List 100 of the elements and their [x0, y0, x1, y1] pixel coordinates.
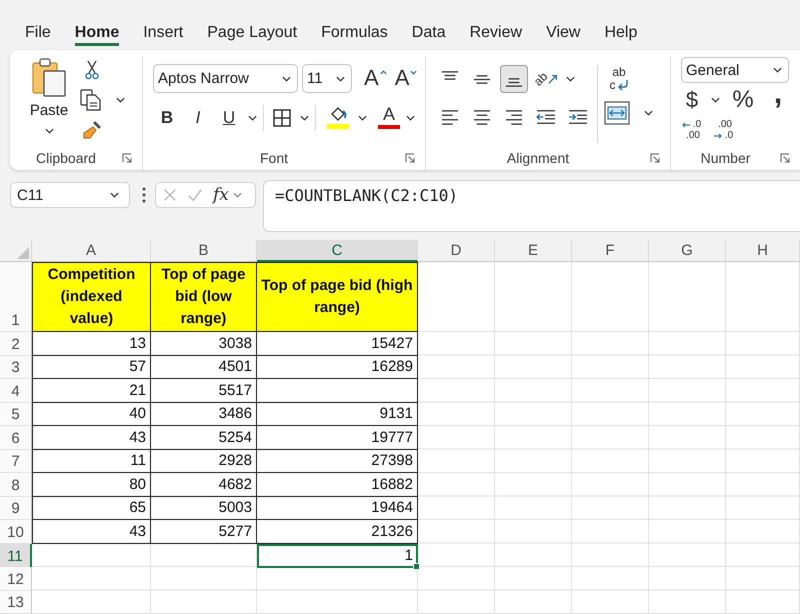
row-header[interactable]: 5: [0, 402, 32, 426]
table-cell: 5517: [151, 379, 257, 402]
row-header[interactable]: 6: [0, 426, 32, 450]
italic-button[interactable]: I: [185, 105, 211, 131]
align-left-icon: [441, 110, 459, 124]
caret-icon[interactable]: [116, 97, 125, 103]
formula-field[interactable]: =COUNTBLANK(C2:C10): [263, 180, 800, 232]
align-bottom-button[interactable]: [500, 65, 528, 93]
group-label: Number: [700, 150, 750, 166]
shrink-font-button[interactable]: A: [394, 64, 418, 92]
fill-handle-icon[interactable]: [413, 562, 420, 570]
check-icon[interactable]: [188, 188, 202, 202]
return-arrow-icon: [617, 79, 629, 91]
caret-icon[interactable]: [248, 115, 257, 121]
bold-button[interactable]: B: [154, 105, 180, 131]
active-cell[interactable]: 1: [257, 544, 418, 568]
wrap-text-button[interactable]: ab c: [606, 65, 632, 93]
launcher-icon[interactable]: [122, 153, 132, 163]
underline-button[interactable]: U: [216, 105, 242, 131]
group-label: Alignment: [506, 150, 570, 166]
paintbrush-icon[interactable]: [82, 120, 102, 140]
table-cell: 3486: [151, 402, 257, 426]
increase-decimal-button[interactable]: .0 .00: [681, 117, 705, 143]
table-cell: 57: [32, 356, 151, 379]
comma-style-button[interactable]: ,: [768, 87, 788, 113]
header-cell: Top of page bid (high range): [257, 262, 418, 332]
chevron-up-icon: [380, 70, 387, 74]
menu-tab[interactable]: Formulas: [321, 21, 388, 46]
row-header[interactable]: 9: [0, 496, 32, 520]
row-header[interactable]: 12: [0, 567, 32, 590]
menu-tab[interactable]: Data: [412, 21, 446, 46]
indent-decrease-icon[interactable]: [536, 109, 556, 125]
caret-icon: [282, 76, 291, 82]
menu-tab[interactable]: File: [25, 21, 51, 46]
more-icon[interactable]: [142, 187, 146, 203]
caret-icon[interactable]: [406, 115, 415, 121]
table-cell: 2928: [151, 450, 257, 473]
caret-icon[interactable]: [566, 76, 575, 82]
row-header[interactable]: 1: [0, 262, 32, 332]
arrow-icon: [548, 74, 558, 84]
caret-icon[interactable]: [300, 115, 309, 121]
menu-tab[interactable]: Page Layout: [207, 21, 298, 46]
name-box[interactable]: C11: [10, 182, 130, 208]
font-name-dropdown[interactable]: Aptos Narrow: [153, 64, 298, 93]
caret-icon[interactable]: [644, 110, 653, 116]
font-size-dropdown[interactable]: 11: [302, 64, 352, 93]
caret-icon[interactable]: [711, 97, 720, 103]
table-cell: 11: [32, 450, 151, 473]
group-label: Font: [260, 150, 288, 166]
table-cell: 15427: [257, 332, 418, 356]
table-cell: 80: [32, 473, 151, 496]
row-header[interactable]: 4: [0, 379, 32, 402]
row-header[interactable]: 10: [0, 520, 32, 544]
menu-tab[interactable]: Insert: [143, 21, 184, 46]
row-header[interactable]: 13: [0, 590, 32, 614]
table-cell: 5277: [151, 520, 257, 544]
table-cell: 9131: [257, 402, 418, 426]
font-color-button[interactable]: A: [377, 105, 401, 131]
row-header[interactable]: 8: [0, 473, 32, 496]
currency-button[interactable]: $: [681, 87, 703, 113]
scissors-icon[interactable]: [85, 60, 99, 80]
launcher-icon[interactable]: [780, 153, 790, 163]
percent-button[interactable]: %: [728, 87, 758, 113]
menu-tab[interactable]: Help: [604, 21, 638, 46]
menu-tab[interactable]: Review: [470, 21, 522, 46]
number-format-dropdown[interactable]: General: [681, 57, 789, 83]
orientation-button[interactable]: ab: [532, 65, 560, 93]
grow-font-button[interactable]: A: [364, 64, 387, 92]
caret-icon[interactable]: [358, 115, 367, 121]
row-header[interactable]: 3: [0, 356, 32, 379]
paste-button[interactable]: Paste: [24, 58, 74, 138]
row-header[interactable]: 11: [0, 544, 32, 568]
caret-icon: [336, 76, 345, 82]
align-right-icon: [505, 110, 523, 124]
launcher-icon[interactable]: [650, 153, 660, 163]
merge-cells-icon[interactable]: [604, 101, 630, 125]
insert-function-button[interactable]: fx: [213, 185, 229, 205]
table-cell: 43: [32, 426, 151, 450]
menu-tab[interactable]: Home: [74, 21, 120, 46]
launcher-icon[interactable]: [405, 153, 415, 163]
header-cell: Top of page bid (low range): [151, 262, 257, 332]
align-center-icon: [473, 110, 491, 124]
row-header[interactable]: 7: [0, 450, 32, 473]
table-cell: 21326: [257, 520, 418, 544]
fill-color-button[interactable]: [326, 105, 350, 131]
menu-tab[interactable]: View: [546, 21, 580, 46]
arrow-left-icon: [682, 122, 690, 128]
row-header[interactable]: 2: [0, 332, 32, 356]
chevron-down-icon: [410, 70, 418, 74]
table-cell: 16289: [257, 356, 418, 379]
caret-icon: [773, 67, 782, 73]
grid-icon[interactable]: [273, 109, 291, 127]
copy-icon[interactable]: [80, 89, 102, 111]
table-cell: 27398: [257, 450, 418, 473]
table-cell: 16882: [257, 473, 418, 496]
indent-increase-icon[interactable]: [568, 109, 588, 125]
table-cell: 40: [32, 402, 151, 426]
decrease-decimal-button[interactable]: .00 .0: [713, 117, 737, 143]
column-header[interactable]: C: [257, 240, 418, 262]
clipboard-icon: [31, 58, 67, 98]
